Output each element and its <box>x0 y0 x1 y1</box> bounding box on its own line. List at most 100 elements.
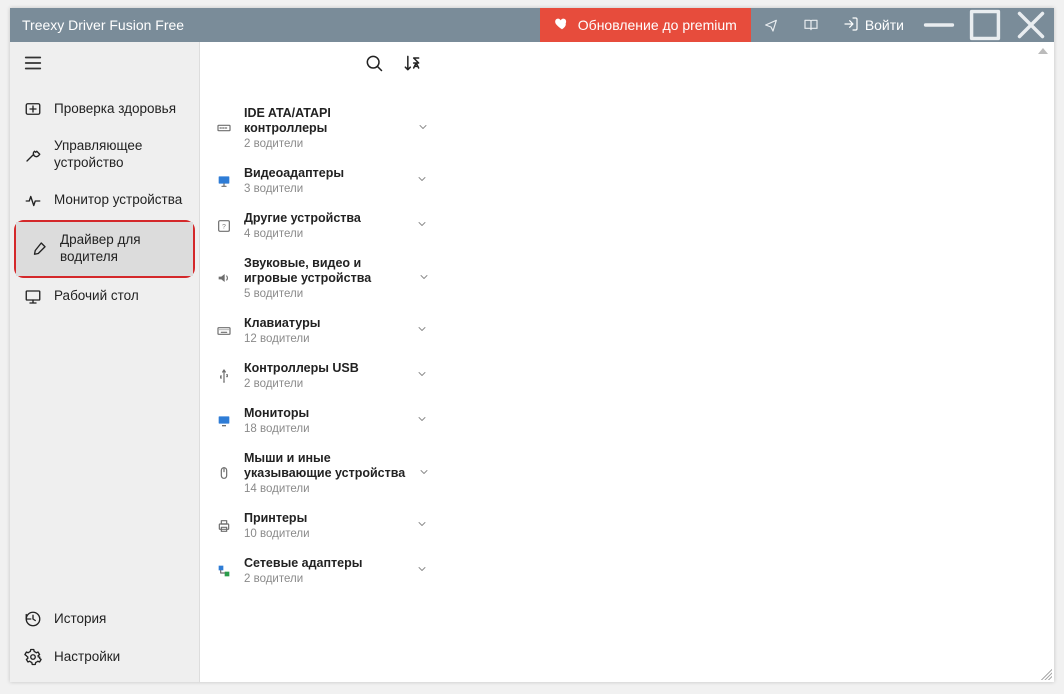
sidebar-item-101[interactable]: Настройки <box>10 638 199 676</box>
category-name: Мыши и иные указывающие устройства <box>244 451 408 481</box>
chevron-down-icon <box>416 413 430 428</box>
category-row[interactable]: Мыши и иные указывающие устройства 14 вод… <box>206 443 440 503</box>
category-text: Другие устройства 4 водители <box>244 211 406 240</box>
sidebar-item-3[interactable]: Драйвер для водителя <box>16 222 193 276</box>
sidebar-item-label: Настройки <box>54 649 120 666</box>
category-text: IDE ATA/ATAPI контроллеры 2 водители <box>244 106 407 150</box>
health-icon <box>24 100 42 118</box>
search-icon[interactable] <box>364 53 384 73</box>
sidebar-item-label: История <box>54 611 106 628</box>
other-icon: ? <box>214 216 234 236</box>
pulse-icon <box>24 192 42 210</box>
category-row[interactable]: Клавиатуры 12 водители <box>206 308 440 353</box>
sidebar-item-label: Рабочий стол <box>54 288 139 305</box>
sort-az-icon[interactable] <box>402 53 422 73</box>
brush-icon <box>30 240 48 258</box>
category-text: Принтеры 10 водители <box>244 511 406 540</box>
category-subtitle: 2 водители <box>244 573 406 585</box>
chevron-down-icon <box>418 271 430 286</box>
category-subtitle: 10 водители <box>244 528 406 540</box>
sidebar-item-100[interactable]: История <box>10 600 199 638</box>
category-name: Принтеры <box>244 511 406 526</box>
category-list: IDE ATA/ATAPI контроллеры 2 водители Видео… <box>200 84 440 682</box>
titlebar: Treexy Driver Fusion Free Обновление до … <box>10 8 1054 42</box>
category-text: Звуковые, видео и игровые устройства5 во… <box>244 256 408 300</box>
chevron-down-icon <box>418 466 430 481</box>
book-button[interactable] <box>791 8 831 42</box>
hamburger-button[interactable] <box>10 42 199 84</box>
category-subtitle: 14 водители <box>244 483 408 495</box>
chevron-down-icon <box>416 173 430 188</box>
category-text: Мыши и иные указывающие устройства 14 вод… <box>244 451 408 495</box>
close-button[interactable] <box>1008 8 1054 42</box>
scroll-up-icon[interactable] <box>1038 48 1048 54</box>
category-subtitle: 12 водители <box>244 333 406 345</box>
chevron-down-icon <box>417 121 430 136</box>
category-name: IDE ATA/ATAPI контроллеры <box>244 106 407 136</box>
category-subtitle: 4 водители <box>244 228 406 240</box>
sidebar-item-1[interactable]: Управляющее устройство <box>10 128 199 182</box>
chevron-down-icon <box>416 368 430 383</box>
sidebar-item-label: Монитор устройства <box>54 192 182 209</box>
category-subtitle: 2 водители <box>244 378 406 390</box>
category-subtitle: 3 водители <box>244 183 406 195</box>
chevron-down-icon <box>416 323 430 338</box>
sidebar-item-label: Управляющее устройство <box>54 138 185 172</box>
network-icon <box>214 561 234 581</box>
category-text: Видеоадаптеры3 водители <box>244 166 406 195</box>
sound-icon <box>214 268 234 288</box>
resize-grip[interactable] <box>1038 666 1052 680</box>
category-row[interactable]: Мониторы 18 водители <box>206 398 440 443</box>
login-icon <box>843 16 859 35</box>
wrench-icon <box>24 146 42 164</box>
category-row[interactable]: ? Другие устройства 4 водители <box>206 203 440 248</box>
category-text: Сетевые адаптеры2 водители <box>244 556 406 585</box>
chevron-down-icon <box>416 218 430 233</box>
login-button[interactable]: Войти <box>831 16 916 35</box>
category-row[interactable]: Сетевые адаптеры2 водители <box>206 548 440 593</box>
category-name: Мониторы <box>244 406 406 421</box>
share-button[interactable] <box>751 8 791 42</box>
upgrade-premium-button[interactable]: Обновление до premium <box>540 8 751 42</box>
category-subtitle: 18 водители <box>244 423 406 435</box>
gear-icon <box>24 648 42 666</box>
login-label: Войти <box>865 17 904 33</box>
app-body: Проверка здоровья Управляющее устройство М… <box>10 42 1054 682</box>
maximize-button[interactable] <box>962 8 1008 42</box>
category-text: Мониторы 18 водители <box>244 406 406 435</box>
selected-highlight: Драйвер для водителя <box>14 220 195 278</box>
category-name: Другие устройства <box>244 211 406 226</box>
history-icon <box>24 610 42 628</box>
chevron-down-icon <box>416 563 430 578</box>
sidebar-item-0[interactable]: Проверка здоровья <box>10 90 199 128</box>
minimize-button[interactable] <box>916 8 962 42</box>
upgrade-premium-label: Обновление до premium <box>578 17 737 33</box>
sidebar: Проверка здоровья Управляющее устройство М… <box>10 42 200 682</box>
category-panel: IDE ATA/ATAPI контроллеры 2 водители Видео… <box>200 42 440 682</box>
category-row[interactable]: Принтеры 10 водители <box>206 503 440 548</box>
sidebar-item-label: Проверка здоровья <box>54 101 176 118</box>
printer-icon <box>214 516 234 536</box>
app-window: Treexy Driver Fusion Free Обновление до … <box>10 8 1054 682</box>
desktop-icon <box>24 288 42 306</box>
usb-icon <box>214 366 234 386</box>
category-text: Контроллеры USB 2 водители <box>244 361 406 390</box>
heart-icon <box>554 16 570 35</box>
app-title: Treexy Driver Fusion Free <box>10 17 184 33</box>
category-row[interactable]: IDE ATA/ATAPI контроллеры 2 водители <box>206 98 440 158</box>
sidebar-item-2[interactable]: Монитор устройства <box>10 182 199 220</box>
category-name: Клавиатуры <box>244 316 406 331</box>
display-icon <box>214 171 234 191</box>
main-content <box>440 42 1054 682</box>
ide-icon <box>214 118 234 138</box>
category-row[interactable]: Звуковые, видео и игровые устройства5 во… <box>206 248 440 308</box>
category-name: Контроллеры USB <box>244 361 406 376</box>
category-row[interactable]: Видеоадаптеры3 водители <box>206 158 440 203</box>
sidebar-item-4[interactable]: Рабочий стол <box>10 278 199 316</box>
keyboard-icon <box>214 321 234 341</box>
category-row[interactable]: Контроллеры USB 2 водители <box>206 353 440 398</box>
mouse-icon <box>214 463 234 483</box>
category-name: Звуковые, видео и игровые устройства <box>244 256 408 286</box>
chevron-down-icon <box>416 518 430 533</box>
category-subtitle: 2 водители <box>244 138 407 150</box>
